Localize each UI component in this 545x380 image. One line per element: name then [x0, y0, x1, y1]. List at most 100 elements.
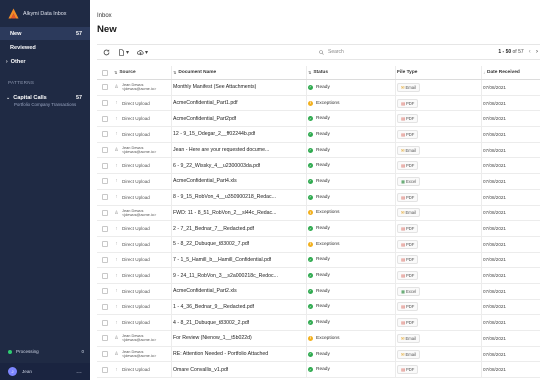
- document-cell[interactable]: AcmeConfidential_Part1.pdf: [173, 96, 305, 111]
- document-cell[interactable]: 6 - 9_22_Wissky_4__u2300003da.pdf: [173, 158, 305, 173]
- table-row[interactable]: ↑ Direct Upload AcmeConfidential_Part2.xls…: [97, 283, 540, 300]
- document-name[interactable]: 1 - 4_36_Bednar_9__Redacted.pdf: [173, 304, 254, 310]
- row-checkbox[interactable]: [102, 225, 108, 232]
- document-cell[interactable]: Omare Convallis_v1.pdf: [173, 362, 305, 377]
- document-cell[interactable]: 7 - 1_5_Hamill_b__Hamill_Confidential.pd…: [173, 253, 305, 268]
- row-checkbox[interactable]: [102, 84, 108, 91]
- row-checkbox[interactable]: [102, 351, 108, 358]
- prev-page-icon[interactable]: ‹: [529, 48, 531, 55]
- column-header-date[interactable]: ↓ Date Received: [483, 66, 540, 79]
- document-name[interactable]: 9 - 24_11_RobVon_3__s2a000218c_Redoc...: [173, 273, 278, 279]
- sidebar-item-reviewed[interactable]: Reviewed: [0, 41, 90, 54]
- column-header-file-type[interactable]: File Type: [397, 66, 480, 79]
- document-name[interactable]: AcmeConfidential_Part1.pdf: [173, 100, 238, 106]
- document-cell[interactable]: 9 - 24_11_RobVon_3__s2a000218c_Redoc...: [173, 268, 305, 283]
- document-cell[interactable]: 5 - 8_22_Dubuque_t83002_7.pdf: [173, 237, 305, 252]
- table-row[interactable]: ↑ Direct Upload AcmeConfidential_Part2pdf ✓…: [97, 111, 540, 128]
- document-cell[interactable]: Monthly Manifest (See Attachments): [173, 80, 305, 95]
- refresh-button[interactable]: [103, 49, 110, 56]
- document-name[interactable]: 12 - 9_15_Odegar_2__ff02244b.pdf: [173, 131, 255, 137]
- row-checkbox[interactable]: [102, 100, 108, 107]
- table-row[interactable]: ↑ Direct Upload 6 - 9_22_Wissky_4__u230000…: [97, 158, 540, 175]
- row-checkbox[interactable]: [102, 131, 108, 138]
- document-name[interactable]: Monthly Manifest (See Attachments): [173, 84, 256, 90]
- document-name[interactable]: 8 - 9_15_RobVon_4__u350900218_Redac...: [173, 194, 276, 200]
- column-divider: [306, 205, 307, 221]
- table-row[interactable]: ♙ Jean Dewus <jdewus@acme.io> Jean - Here …: [97, 142, 540, 159]
- status-cell: ✓ Ready: [308, 347, 394, 362]
- row-checkbox[interactable]: [102, 241, 108, 248]
- document-cell[interactable]: 4 - 8_21_Dubuque_t83002_2.pdf: [173, 315, 305, 330]
- row-checkbox[interactable]: [102, 288, 108, 295]
- row-checkbox[interactable]: [102, 162, 108, 169]
- table-row[interactable]: ↑ Direct Upload 2 - 7_21_Bednar_7__Redacte…: [97, 221, 540, 237]
- document-name[interactable]: 4 - 8_21_Dubuque_t83002_2.pdf: [173, 320, 249, 326]
- table-row[interactable]: ↑ Direct Upload 4 - 8_21_Dubuque_t83002_2.…: [97, 315, 540, 331]
- document-name[interactable]: RE: Attention Needed - Portfolio Attache…: [173, 351, 268, 357]
- document-cell[interactable]: Jean - Here are your requested docume...: [173, 143, 305, 158]
- document-name[interactable]: 2 - 7_21_Bednar_7__Redacted.pdf: [173, 226, 254, 232]
- document-name[interactable]: Omare Convallis_v1.pdf: [173, 367, 228, 373]
- sidebar-item-other[interactable]: › Other: [0, 55, 90, 68]
- row-checkbox[interactable]: [102, 147, 108, 154]
- document-cell[interactable]: 12 - 9_15_Odegar_2__ff02244b.pdf: [173, 127, 305, 142]
- table-row[interactable]: ↑ Direct Upload AcmeConfidential_Part4.xls…: [97, 174, 540, 190]
- table-row[interactable]: ↑ Direct Upload 12 - 9_15_Odegar_2__ff0224…: [97, 127, 540, 143]
- row-checkbox[interactable]: [102, 303, 108, 310]
- search-box[interactable]: Search: [319, 49, 344, 55]
- document-cell[interactable]: AcmeConfidential_Part4.xls: [173, 174, 305, 189]
- row-checkbox[interactable]: [102, 194, 108, 201]
- column-header-status[interactable]: ⇅ Status: [308, 66, 394, 79]
- document-cell[interactable]: 1 - 4_36_Bednar_9__Redacted.pdf: [173, 300, 305, 315]
- document-cell[interactable]: RE: Attention Needed - Portfolio Attache…: [173, 347, 305, 362]
- search-input[interactable]: Search: [328, 49, 344, 55]
- row-checkbox[interactable]: [102, 366, 108, 373]
- row-checkbox[interactable]: [102, 209, 108, 216]
- sidebar-subitem-portfolio[interactable]: Portfolio Company Transactions: [14, 102, 84, 108]
- document-name[interactable]: AcmeConfidential_Part4.xls: [173, 178, 237, 184]
- document-cell[interactable]: 2 - 7_21_Bednar_7__Redacted.pdf: [173, 221, 305, 236]
- document-cell[interactable]: 8 - 9_15_RobVon_4__u350900218_Redac...: [173, 190, 305, 205]
- new-document-button[interactable]: ▾: [118, 48, 129, 56]
- sidebar-item-new[interactable]: New 57: [0, 27, 90, 40]
- table-row[interactable]: ♙ Jean Dewus <jdewus@acme.io> Monthly Mani…: [97, 80, 540, 96]
- document-name[interactable]: AcmeConfidential_Part2pdf: [173, 116, 236, 122]
- table-row[interactable]: ↑ Direct Upload AcmeConfidential_Part1.pdf…: [97, 95, 540, 112]
- table-row[interactable]: ↑ Direct Upload 7 - 1_5_Hamill_b__Hamill_C…: [97, 252, 540, 269]
- more-icon[interactable]: …: [76, 369, 82, 375]
- column-header-document[interactable]: ⇅ Document Name: [173, 66, 305, 79]
- row-checkbox[interactable]: [102, 178, 108, 185]
- row-checkbox[interactable]: [102, 335, 108, 342]
- table-row[interactable]: ↑ Direct Upload 5 - 8_22_Dubuque_t83002_7.…: [97, 236, 540, 253]
- select-all-checkbox[interactable]: [102, 69, 108, 76]
- document-name[interactable]: Jean - Here are your requested docume...: [173, 147, 269, 153]
- brand[interactable]: Alkymi Data Inbox: [8, 8, 66, 19]
- table-row[interactable]: ↑ Direct Upload Omare Convallis_v1.pdf ✓ Rea…: [97, 362, 540, 379]
- document-cell[interactable]: FWD: 11 - 8_51_RobVon_2__sl44c_Redac...: [173, 206, 305, 221]
- document-name[interactable]: 7 - 1_5_Hamill_b__Hamill_Confidential.pd…: [173, 257, 271, 263]
- document-cell[interactable]: AcmeConfidential_Part2.xls: [173, 284, 305, 299]
- row-checkbox[interactable]: [102, 272, 108, 279]
- document-name[interactable]: FWD: 11 - 8_51_RobVon_2__sl44c_Redac...: [173, 210, 276, 216]
- user-menu[interactable]: J Jean …: [0, 363, 90, 380]
- table-row[interactable]: ♙ Jean Dewus <jdewus@acme.io> FWD: 11 - 8_…: [97, 205, 540, 222]
- table-row[interactable]: ♙ Jean Dewus <jdewus@acme.io> RE: Attentio…: [97, 346, 540, 363]
- document-name[interactable]: 6 - 9_22_Wissky_4__u2300003da.pdf: [173, 163, 260, 169]
- next-page-icon[interactable]: ›: [536, 48, 538, 55]
- row-checkbox[interactable]: [102, 319, 108, 326]
- column-header-source[interactable]: ⇅ Source: [114, 66, 169, 79]
- breadcrumb[interactable]: Inbox: [97, 13, 112, 19]
- table-row[interactable]: ↑ Direct Upload 9 - 24_11_RobVon_3__s2a000…: [97, 268, 540, 284]
- upload-button[interactable]: ▾: [137, 49, 148, 56]
- table-row[interactable]: ↑ Direct Upload 1 - 4_36_Bednar_9__Redacte…: [97, 299, 540, 316]
- document-name[interactable]: AcmeConfidential_Part2.xls: [173, 288, 237, 294]
- document-cell[interactable]: For Review (Nienow_1__t5b022d): [173, 331, 305, 346]
- processing-status[interactable]: Processing 0: [8, 349, 84, 354]
- row-checkbox[interactable]: [102, 115, 108, 122]
- row-checkbox[interactable]: [102, 256, 108, 263]
- document-name[interactable]: 5 - 8_22_Dubuque_t83002_7.pdf: [173, 241, 249, 247]
- document-cell[interactable]: AcmeConfidential_Part2pdf: [173, 111, 305, 126]
- table-row[interactable]: ♙ Jean Dewus <jdewus@acme.io> For Review (…: [97, 331, 540, 347]
- table-row[interactable]: ↑ Direct Upload 8 - 9_15_RobVon_4__u350900…: [97, 189, 540, 206]
- document-name[interactable]: For Review (Nienow_1__t5b022d): [173, 335, 252, 341]
